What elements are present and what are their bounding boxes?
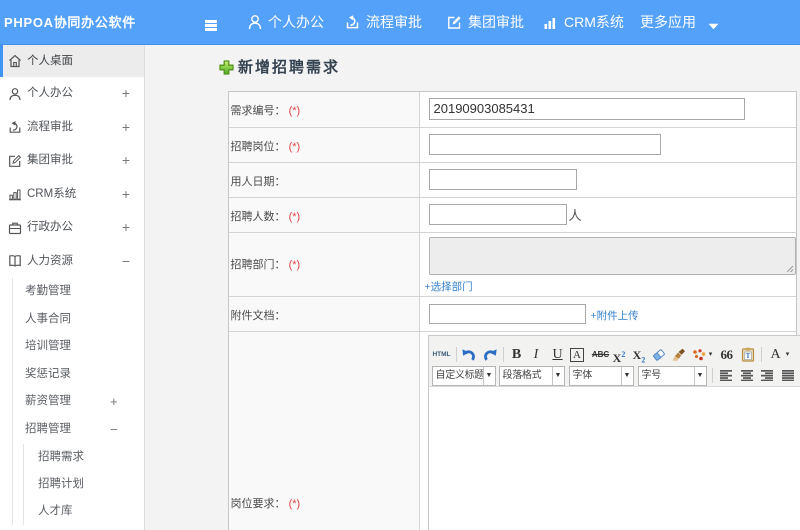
svg-text:T: T	[745, 352, 750, 360]
